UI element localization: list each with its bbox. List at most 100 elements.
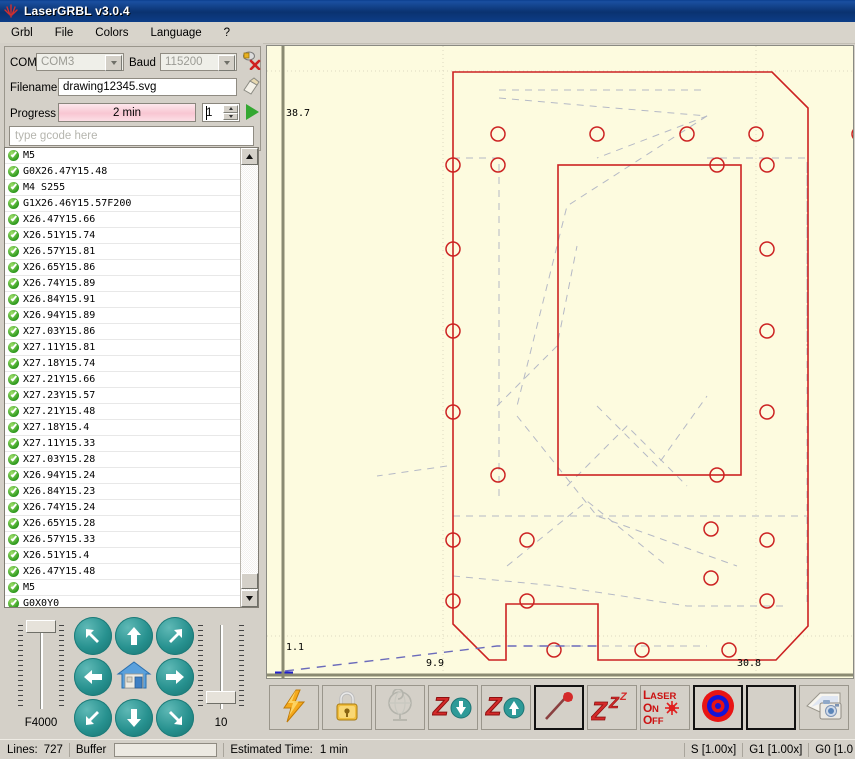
gcode-line[interactable]: X27.11Y15.81	[5, 340, 241, 356]
com-port-select[interactable]: COM3	[36, 53, 124, 71]
gcode-line[interactable]: X26.51Y15.74	[5, 228, 241, 244]
disconnect-plug-icon[interactable]	[241, 50, 261, 71]
camera-overlay-button[interactable]	[799, 685, 849, 730]
lines-label: Lines:	[7, 743, 38, 756]
jog-home[interactable]	[116, 659, 152, 691]
homing-button[interactable]	[375, 685, 425, 730]
step-size-slider[interactable]: 10	[196, 619, 246, 729]
gcode-line[interactable]: X26.94Y15.24	[5, 468, 241, 484]
scroll-up-button[interactable]	[241, 148, 258, 165]
gcode-line[interactable]: X27.03Y15.28	[5, 452, 241, 468]
menu-grbl[interactable]: Grbl	[0, 24, 44, 42]
gcode-line[interactable]: X26.84Y15.23	[5, 484, 241, 500]
toolpath-preview[interactable]: 38.7 1.1 9.9 30.8	[266, 45, 854, 679]
slider-thumb[interactable]	[26, 620, 56, 633]
gcode-list[interactable]: M5 G0X26.47Y15.48 M4 S255 G1X26.46Y15.57F20…	[5, 148, 241, 607]
globe-home-icon	[384, 688, 416, 726]
gcode-line[interactable]: G0X0Y0	[5, 596, 241, 607]
connection-box: COM COM3 Baud 115200 Filename drawing123…	[4, 46, 261, 151]
jog-up[interactable]	[115, 617, 153, 655]
jog-down-right[interactable]	[156, 699, 194, 737]
laser-on-off-text-icon: L ASER O N O FF	[642, 686, 688, 729]
repeat-count-stepper[interactable]: 1	[202, 103, 240, 122]
menu-file[interactable]: File	[44, 24, 85, 42]
gcode-input[interactable]: type gcode here	[9, 126, 254, 146]
gcode-line[interactable]: M4 S255	[5, 180, 241, 196]
laser-on-off-button[interactable]: L ASER O N O FF	[640, 685, 690, 730]
gcode-line[interactable]: X27.03Y15.86	[5, 324, 241, 340]
lock-button[interactable]	[322, 685, 372, 730]
axis-label-top-left: 38.7	[286, 108, 311, 119]
menu-colors[interactable]: Colors	[84, 24, 139, 42]
override-g0: G0 [1.0	[815, 743, 853, 756]
eraser-icon[interactable]	[241, 76, 261, 96]
sleep-button[interactable]: Z Z Z	[587, 685, 637, 730]
filename-label: Filename	[10, 82, 58, 94]
z-down-button[interactable]: Z	[428, 685, 478, 730]
gcode-line-text: X27.23Y15.57	[23, 390, 96, 401]
slider-thumb[interactable]	[206, 691, 236, 704]
gcode-line[interactable]: X26.65Y15.28	[5, 516, 241, 532]
jog-left[interactable]	[74, 658, 112, 696]
svg-text:Z: Z	[485, 693, 503, 721]
bullseye-target-icon	[701, 689, 735, 726]
stepper-up-button[interactable]	[223, 105, 238, 113]
gcode-line[interactable]: X26.57Y15.81	[5, 244, 241, 260]
gcode-line[interactable]: X26.65Y15.86	[5, 260, 241, 276]
unlock-alarm-button[interactable]	[269, 685, 319, 730]
z-up-button[interactable]: Z	[481, 685, 531, 730]
pointer-button[interactable]	[534, 685, 584, 730]
check-ok-icon	[8, 262, 19, 273]
gcode-list-scrollbar[interactable]	[240, 148, 258, 607]
gcode-line-text: X26.84Y15.91	[23, 294, 96, 305]
progress-label: Progress	[10, 108, 57, 120]
gcode-line[interactable]: X26.74Y15.24	[5, 500, 241, 516]
menu-help[interactable]: ?	[213, 24, 241, 42]
gcode-line[interactable]: X26.47Y15.48	[5, 564, 241, 580]
gcode-line[interactable]: M5	[5, 580, 241, 596]
stepper-down-button[interactable]	[223, 112, 238, 120]
chevron-down-icon[interactable]	[218, 55, 235, 71]
gcode-line[interactable]: X27.11Y15.33	[5, 436, 241, 452]
check-ok-icon	[8, 246, 19, 257]
target-button[interactable]	[693, 685, 743, 730]
gcode-line[interactable]: X26.74Y15.89	[5, 276, 241, 292]
feed-rate-slider[interactable]: F4000	[16, 619, 66, 729]
gcode-line[interactable]: G1X26.46Y15.57F200	[5, 196, 241, 212]
gcode-line[interactable]: X27.18Y15.74	[5, 356, 241, 372]
lightning-bolt-icon	[279, 689, 309, 726]
jog-down[interactable]	[115, 699, 153, 737]
scrollbar-thumb[interactable]	[241, 573, 258, 589]
photo-camera-icon	[806, 690, 842, 725]
blank-button[interactable]	[746, 685, 796, 730]
gcode-line[interactable]: M5	[5, 148, 241, 164]
menu-language[interactable]: Language	[140, 24, 213, 42]
gcode-line[interactable]: G0X26.47Y15.48	[5, 164, 241, 180]
baud-rate-select[interactable]: 115200	[160, 53, 237, 71]
svg-text:N: N	[652, 704, 659, 715]
gcode-line[interactable]: X27.23Y15.57	[5, 388, 241, 404]
chevron-down-icon[interactable]	[105, 55, 122, 71]
gcode-line[interactable]: X27.21Y15.66	[5, 372, 241, 388]
jog-down-left[interactable]	[74, 699, 112, 737]
scroll-down-button[interactable]	[241, 590, 258, 607]
com-port-value: COM3	[41, 56, 75, 68]
check-ok-icon	[8, 374, 19, 385]
gcode-line[interactable]: X26.51Y15.4	[5, 548, 241, 564]
jog-up-right[interactable]	[156, 617, 194, 655]
filename-field[interactable]: drawing12345.svg	[58, 78, 237, 96]
jog-up-left[interactable]	[74, 617, 112, 655]
gcode-line[interactable]: X26.94Y15.89	[5, 308, 241, 324]
gcode-line[interactable]: X26.57Y15.33	[5, 532, 241, 548]
check-ok-icon	[8, 406, 19, 417]
gcode-line-text: X26.51Y15.74	[23, 230, 96, 241]
jog-right[interactable]	[156, 658, 194, 696]
z-arrow-up-icon: Z	[485, 691, 527, 724]
gcode-line-text: M5	[23, 582, 36, 593]
gcode-line[interactable]: X27.21Y15.48	[5, 404, 241, 420]
play-triangle-icon[interactable]	[246, 104, 259, 120]
gcode-line[interactable]: X26.47Y15.66	[5, 212, 241, 228]
gcode-line[interactable]: X26.84Y15.91	[5, 292, 241, 308]
grid-lines	[267, 46, 853, 678]
gcode-line[interactable]: X27.18Y15.4	[5, 420, 241, 436]
